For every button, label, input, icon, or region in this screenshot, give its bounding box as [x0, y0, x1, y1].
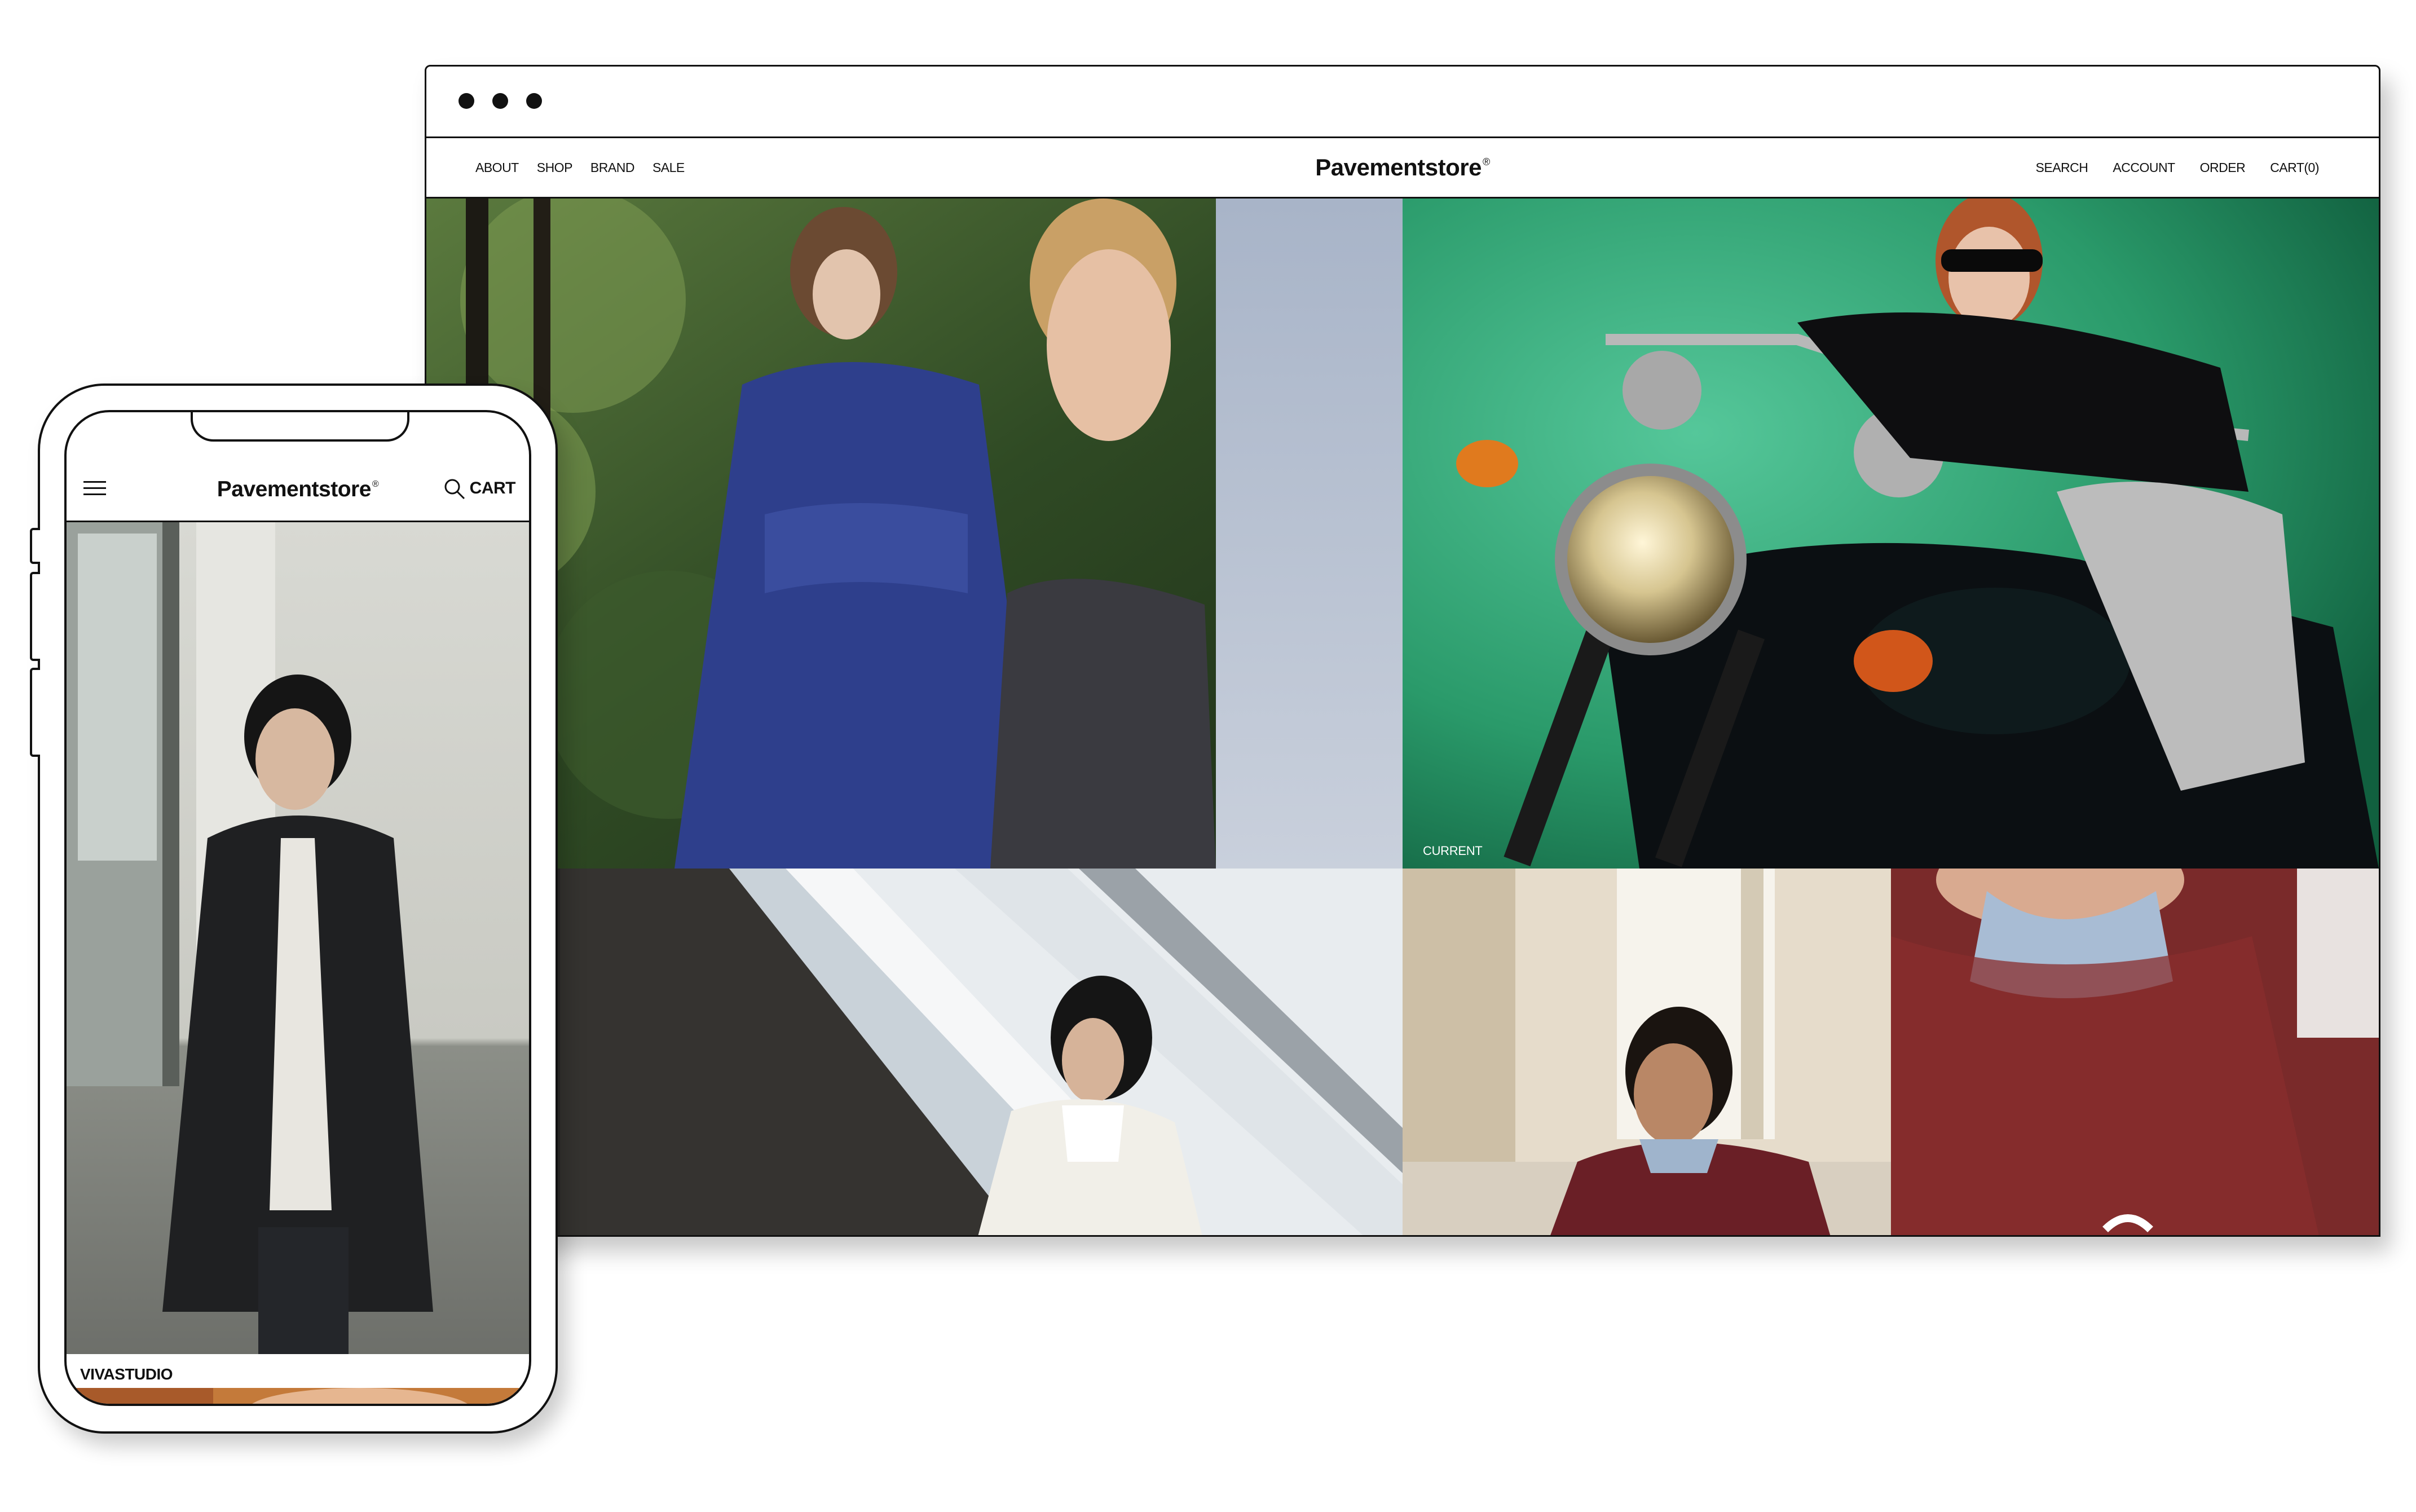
lookbook-tile-current[interactable]: CURRENT: [1403, 199, 2379, 869]
skylight-photo: [560, 869, 1403, 1235]
mobile-next-tile[interactable]: [67, 1388, 529, 1404]
window-maximize-dot[interactable]: [526, 93, 542, 109]
forest-photo: [426, 199, 1403, 869]
lookbook-grid: CURRENT: [426, 199, 2379, 1235]
phone-volume-up-button: [30, 572, 40, 661]
mobile-screen: Pavementstore ® CART VIVASTUDIO: [64, 410, 531, 1406]
next-tile-photo-peek: [67, 1388, 529, 1404]
mobile-cart-link[interactable]: CART: [470, 479, 516, 498]
phone-volume-down-button: [30, 668, 40, 757]
phone-notch: [191, 412, 409, 442]
utility-nav: SEARCH ACCOUNT ORDER CART(0): [2036, 138, 2320, 197]
registered-mark: ®: [1482, 156, 1490, 167]
sweatshirt-photo: [1891, 869, 2379, 1235]
search-icon[interactable]: [443, 478, 466, 500]
phone-mute-switch: [30, 528, 40, 564]
lookbook-tile-skylight[interactable]: [560, 869, 1403, 1235]
registered-mark: ®: [372, 479, 379, 489]
lookbook-tile-forest[interactable]: [426, 199, 1403, 869]
mobile-feature-photo[interactable]: [67, 522, 529, 1354]
motorcycle-photo: [1403, 199, 2379, 869]
tile-caption-current: CURRENT: [1423, 844, 1483, 858]
nav-account-link[interactable]: ACCOUNT: [2113, 160, 2175, 175]
coat-portrait-photo: [67, 522, 529, 1354]
site-header: ABOUT SHOP BRAND SALE Pavementstore ® SEA…: [426, 138, 2379, 199]
window-close-dot[interactable]: [458, 93, 474, 109]
mobile-feature-caption: VIVASTUDIO: [80, 1365, 173, 1383]
browser-titlebar: [426, 67, 2379, 138]
classroom-photo: [1403, 869, 1891, 1235]
nav-cart-link[interactable]: CART(0): [2270, 160, 2319, 175]
nav-order-link[interactable]: ORDER: [2200, 160, 2246, 175]
desktop-browser-window: ABOUT SHOP BRAND SALE Pavementstore ® SEA…: [425, 65, 2380, 1237]
lookbook-tile-classroom[interactable]: [1403, 869, 1891, 1235]
window-minimize-dot[interactable]: [492, 93, 508, 109]
mobile-phone-frame: Pavementstore ® CART VIVASTUDIO: [30, 383, 558, 1434]
site-logo-text: Pavementstore: [1315, 154, 1482, 180]
lookbook-tile-sweatshirt[interactable]: [1891, 869, 2379, 1235]
nav-search-link[interactable]: SEARCH: [2036, 160, 2088, 175]
mobile-header: Pavementstore ® CART: [67, 459, 529, 522]
mobile-logo-text: Pavementstore: [217, 477, 372, 501]
